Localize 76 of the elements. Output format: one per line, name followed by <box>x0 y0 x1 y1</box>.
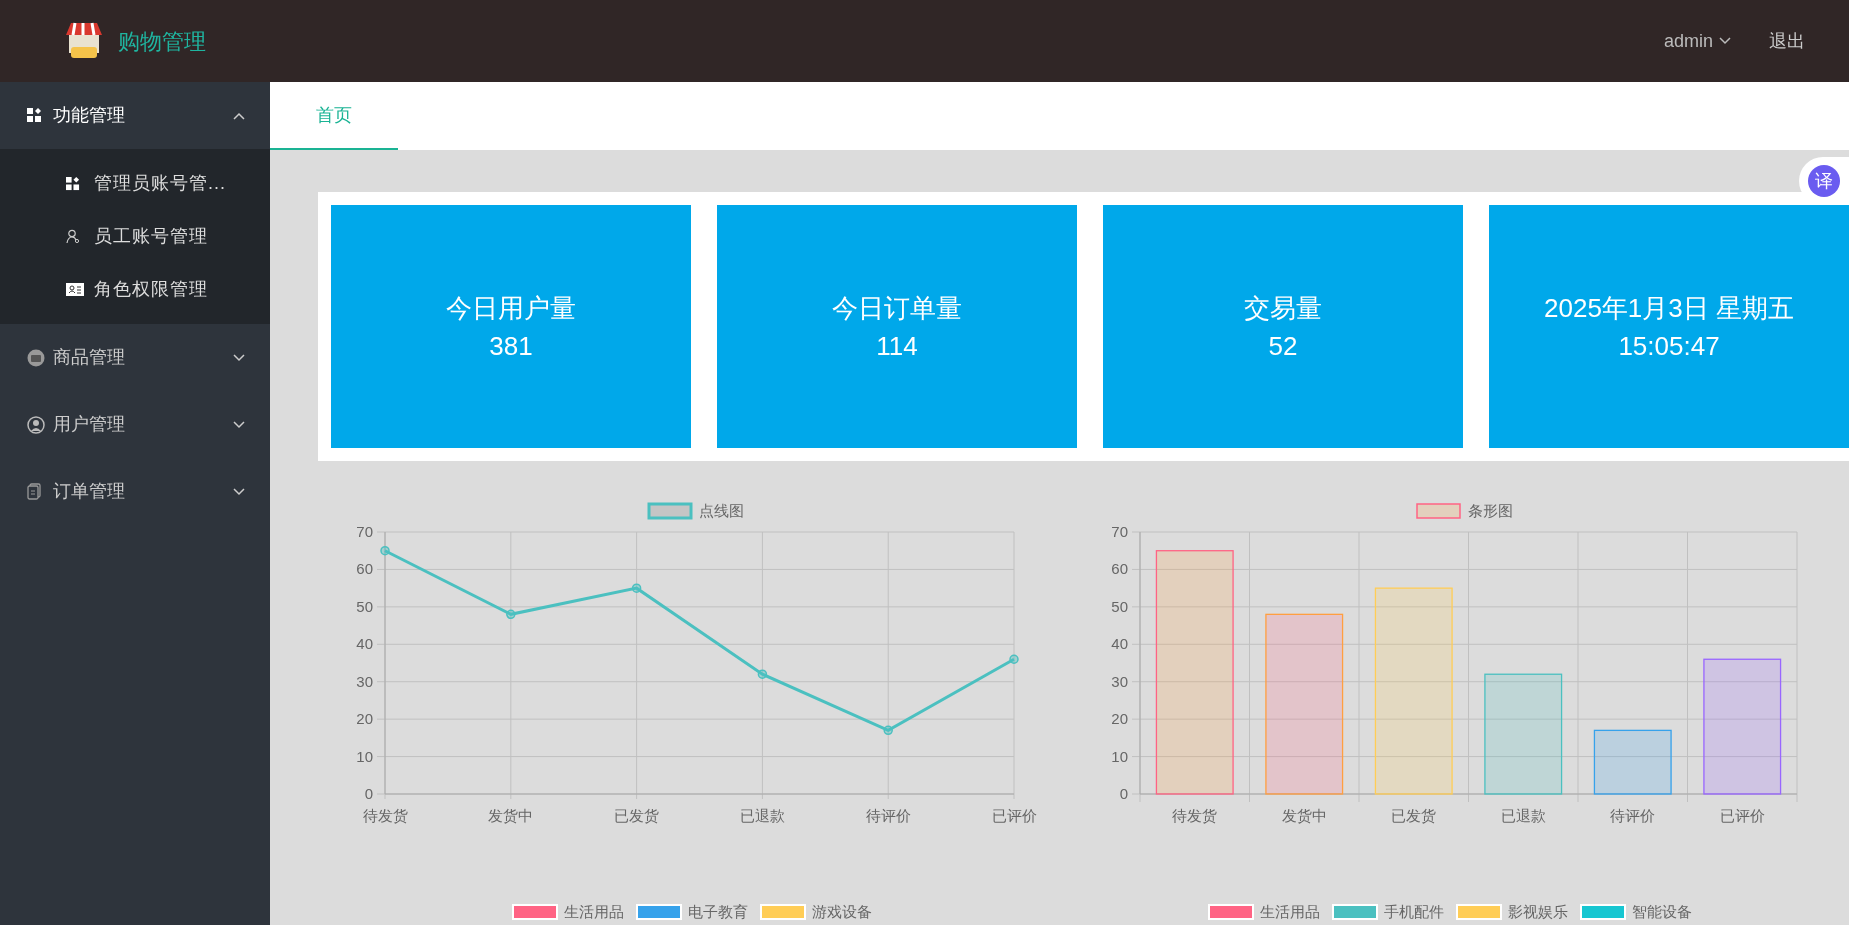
axis-label: 70 <box>356 523 373 540</box>
submenu-item[interactable]: 管理员账号管... <box>0 157 270 210</box>
submenu-item[interactable]: 角色权限管理 <box>0 263 270 316</box>
stat-title: 交易量 <box>1244 291 1322 325</box>
axis-label: 待评价 <box>865 807 911 824</box>
legend-label: 智能设备 <box>1632 904 1692 920</box>
grid-icon <box>66 176 80 191</box>
legend-label: 游戏设备 <box>812 904 872 920</box>
axis-label: 已退款 <box>739 807 785 824</box>
document-icon <box>27 483 42 500</box>
legend-label: 手机配件 <box>1384 904 1444 920</box>
axis-label: 20 <box>356 710 373 728</box>
axis-label: 0 <box>1119 785 1128 802</box>
data-point <box>757 669 768 679</box>
stat-value: 15:05:47 <box>1618 329 1720 363</box>
box-icon <box>27 348 45 367</box>
data-point <box>506 609 516 620</box>
chevron-icon <box>233 111 245 120</box>
submenu-item[interactable]: 员工账号管理 <box>0 210 270 263</box>
chevron-icon <box>233 487 245 496</box>
axis-label: 待发货 <box>362 807 408 824</box>
axis-label: 发货中 <box>1281 807 1327 824</box>
data-point <box>380 545 390 556</box>
sidebar-menu-item[interactable]: 用户管理 <box>0 391 270 458</box>
legend-label: 电子教育 <box>688 904 748 920</box>
chevron-icon <box>233 353 245 362</box>
axis-label: 已评价 <box>991 807 1037 824</box>
axis-label: 50 <box>1111 597 1128 615</box>
legend-label: 生活用品 <box>564 904 624 920</box>
axis-label: 70 <box>1111 523 1128 540</box>
axis-label: 40 <box>356 635 373 653</box>
axis-label: 发货中 <box>488 807 534 824</box>
legend-label: 条形图 <box>1468 502 1513 519</box>
grid-icon <box>27 108 42 123</box>
stat-value: 114 <box>876 329 918 363</box>
axis-label: 60 <box>1111 560 1128 578</box>
axis-label: 10 <box>1111 747 1128 765</box>
app-title: 购物管理 <box>118 27 206 56</box>
stat-title: 2025年1月3日 星期五 <box>1544 291 1794 325</box>
axis-label: 30 <box>356 672 373 690</box>
legend-swatch <box>1416 503 1461 519</box>
axis-label: 50 <box>356 597 373 615</box>
person-icon <box>66 229 80 244</box>
sidebar-menu-item[interactable]: 功能管理 <box>0 82 270 149</box>
axis-label: 40 <box>1111 635 1128 653</box>
axis-label: 10 <box>356 747 373 765</box>
axis-label: 60 <box>356 560 373 578</box>
translate-button[interactable]: 译 <box>1808 165 1840 197</box>
axis-label: 待评价 <box>1610 807 1656 824</box>
data-point <box>1009 654 1019 664</box>
caret-icon <box>1719 37 1731 45</box>
sidebar-menu-item[interactable]: 商品管理 <box>0 324 270 391</box>
axis-label: 已发货 <box>614 807 660 824</box>
stat-value: 381 <box>489 329 533 363</box>
data-point <box>883 725 893 736</box>
user-icon <box>27 415 45 434</box>
stat-title: 今日用户量 <box>446 291 576 325</box>
legend-label: 生活用品 <box>1260 904 1320 920</box>
chevron-icon <box>233 420 245 429</box>
axis-label: 0 <box>364 785 373 802</box>
axis-label: 已退款 <box>1500 807 1546 824</box>
shop-logo-icon <box>63 21 105 61</box>
stat-title: 今日订单量 <box>832 291 962 325</box>
logout-link[interactable]: 退出 <box>1769 27 1805 55</box>
axis-label: 已发货 <box>1391 807 1437 824</box>
axis-label: 20 <box>1111 710 1128 728</box>
legend-label: 点线图 <box>699 502 744 519</box>
user-menu[interactable]: admin <box>1663 27 1731 55</box>
axis-label: 已评价 <box>1719 807 1765 824</box>
stat-value: 52 <box>1268 329 1298 363</box>
data-point <box>631 583 642 593</box>
sidebar-menu-item[interactable]: 订单管理 <box>0 458 270 525</box>
legend-label: 影视娱乐 <box>1508 904 1568 920</box>
axis-label: 待发货 <box>1172 807 1218 824</box>
id-card-icon <box>66 283 84 296</box>
axis-label: 30 <box>1111 672 1128 690</box>
